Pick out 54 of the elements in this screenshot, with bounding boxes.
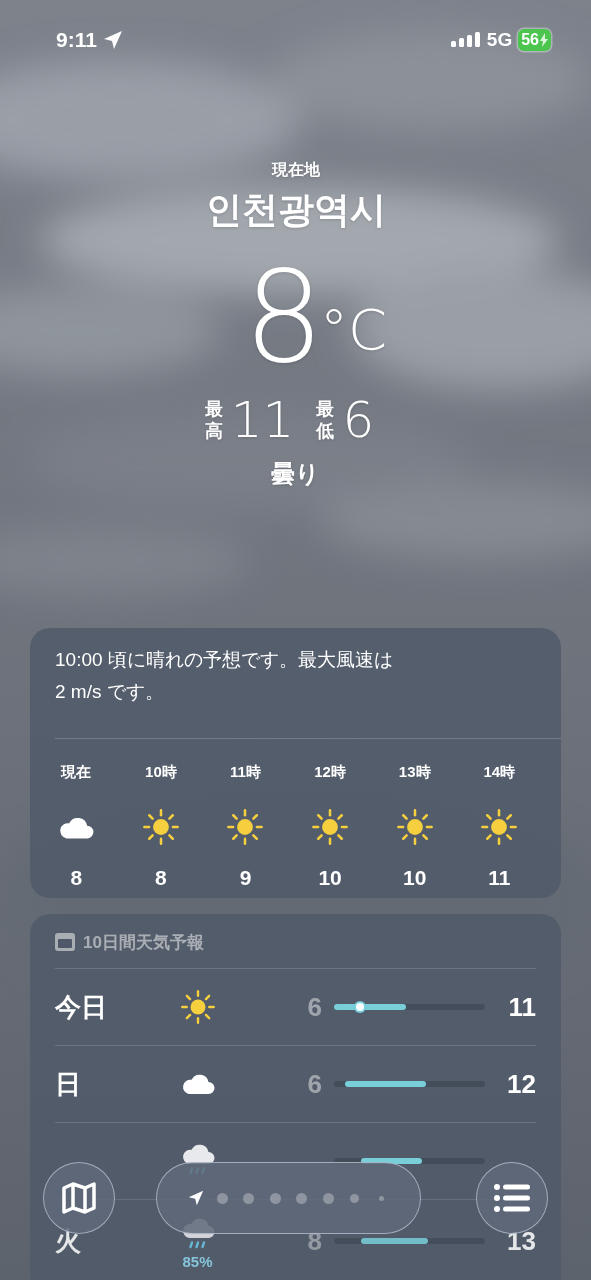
page-dot[interactable] xyxy=(378,1195,384,1201)
sun-icon xyxy=(395,808,434,846)
condition-label: 曇り xyxy=(271,459,320,489)
page-dot[interactable] xyxy=(322,1192,334,1204)
day-label: 今日 xyxy=(55,990,108,1024)
page-dot[interactable] xyxy=(296,1192,308,1204)
list-icon xyxy=(494,1184,530,1212)
signal-icon xyxy=(450,30,481,50)
high-temperature: 13 xyxy=(506,1225,536,1257)
high-label: 最高 xyxy=(204,398,224,442)
map-icon xyxy=(61,1182,97,1214)
page-dot[interactable] xyxy=(216,1192,228,1204)
hour-temperature: 9 xyxy=(239,865,252,891)
network-label: 5G xyxy=(486,29,513,51)
hour-temperature: 11 xyxy=(488,865,511,891)
high-temperature: 12 xyxy=(506,1068,536,1100)
clock-time: 9:11 xyxy=(56,28,97,52)
calendar-icon xyxy=(55,933,75,951)
hour-label: 現在 xyxy=(61,762,92,782)
current-temperature: 8 xyxy=(243,254,321,382)
sun-icon xyxy=(480,808,519,846)
low-label: 最低 xyxy=(316,398,336,442)
high-temperature: 11 xyxy=(230,392,295,448)
sun-icon xyxy=(226,808,265,846)
hour-temperature: 10 xyxy=(403,865,427,891)
day-label: 火 xyxy=(55,1224,82,1258)
day-label: 日 xyxy=(55,1067,82,1101)
low-temperature: 6 xyxy=(306,1068,323,1100)
sun-icon xyxy=(179,989,216,1025)
precipitation-chance: 85% xyxy=(182,1252,213,1270)
location-arrow-icon xyxy=(102,30,123,50)
location-arrow-icon[interactable] xyxy=(187,1190,204,1206)
section-title: 10日間天気予報 xyxy=(83,931,204,954)
page-dot[interactable] xyxy=(243,1192,255,1204)
location-label: 現在地 xyxy=(271,160,320,180)
hour-temperature: 10 xyxy=(318,865,342,891)
low-temperature: 6 xyxy=(306,991,323,1023)
city-name: 인천광역시 xyxy=(205,188,386,232)
hour-label: 10時 xyxy=(145,762,177,782)
hour-label: 14時 xyxy=(483,762,516,782)
unit-label: °C xyxy=(320,300,388,360)
high-temperature: 11 xyxy=(507,991,536,1023)
page-dot[interactable] xyxy=(350,1193,360,1203)
hour-temperature: 8 xyxy=(70,865,83,891)
battery-indicator: 56 xyxy=(518,29,551,51)
sun-icon xyxy=(311,808,350,846)
sun-icon xyxy=(141,808,180,846)
hour-label: 12時 xyxy=(314,762,346,782)
hour-label: 13時 xyxy=(398,762,431,782)
low-temperature: 6 xyxy=(342,392,375,448)
hour-label: 11時 xyxy=(230,762,261,782)
hour-temperature: 8 xyxy=(155,865,167,891)
forecast-summary: 10:00 頃に晴れの予想です。最大風速は 2 m/s です。 xyxy=(54,648,394,704)
page-dot[interactable] xyxy=(269,1192,281,1204)
